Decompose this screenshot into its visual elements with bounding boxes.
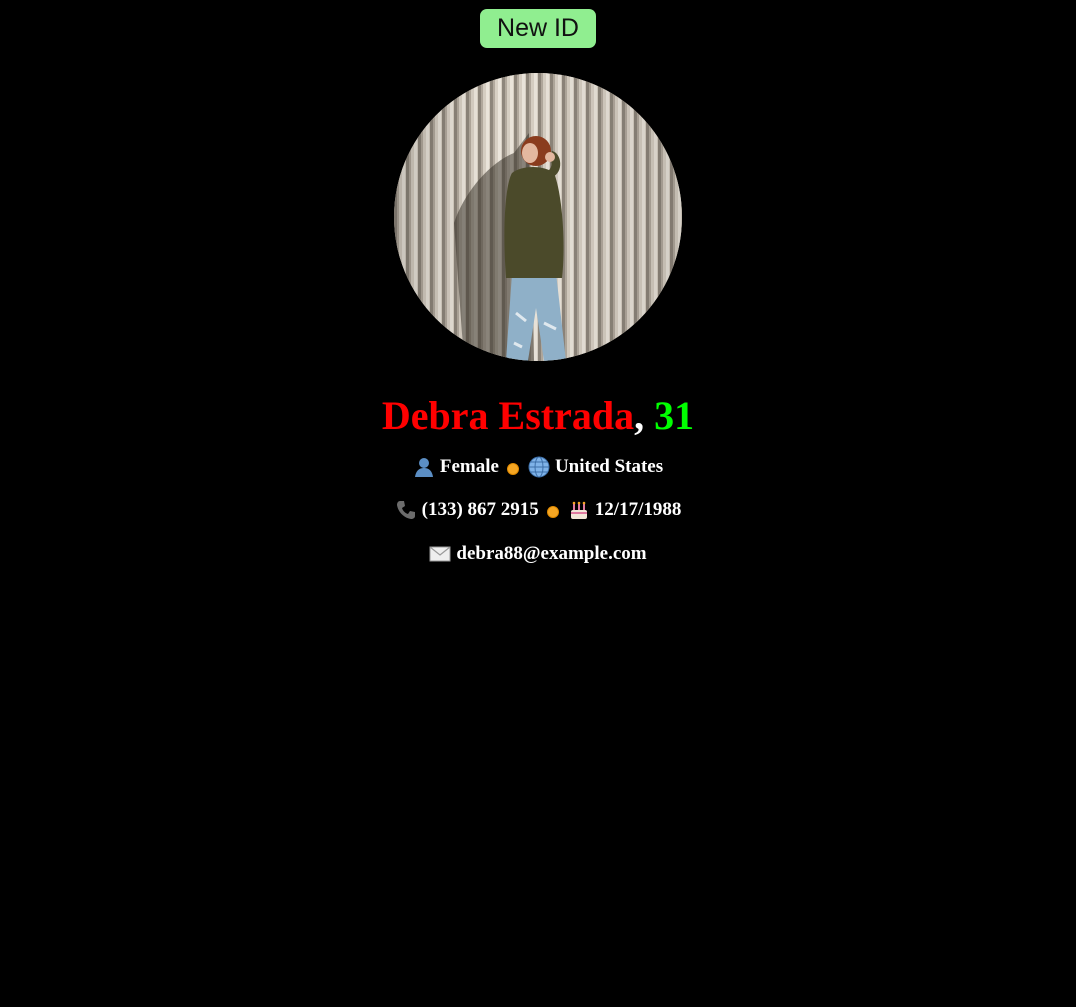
profile-page: New ID Debra Estrada, 31 Female United S… [0,0,1076,566]
name-age-comma: , [634,393,645,438]
person-icon [413,456,435,478]
avatar [394,73,682,361]
cake-icon [568,499,590,521]
country-text: United States [554,456,664,477]
email-text: debra88@example.com [456,543,647,564]
email-row: debra88@example.com [429,542,647,566]
gender-country-row: Female United States [413,455,663,479]
name-age-heading: Debra Estrada, 31 [382,393,694,439]
phone-icon [395,499,417,521]
new-id-button[interactable]: New ID [480,9,596,48]
phone-birthday-row: (133) 867 2915 12/17/1988 [395,498,682,522]
avatar-photo [394,73,682,361]
person-name: Debra Estrada [381,393,635,438]
orange-dot-icon [506,463,519,475]
phone-text: (133) 867 2915 [421,499,539,520]
gender-text: Female [439,456,499,477]
globe-icon [528,456,550,478]
birthday-text: 12/17/1988 [594,499,682,520]
person-age: 31 [654,393,695,438]
orange-dot-icon [546,506,559,518]
envelope-icon [429,543,451,565]
